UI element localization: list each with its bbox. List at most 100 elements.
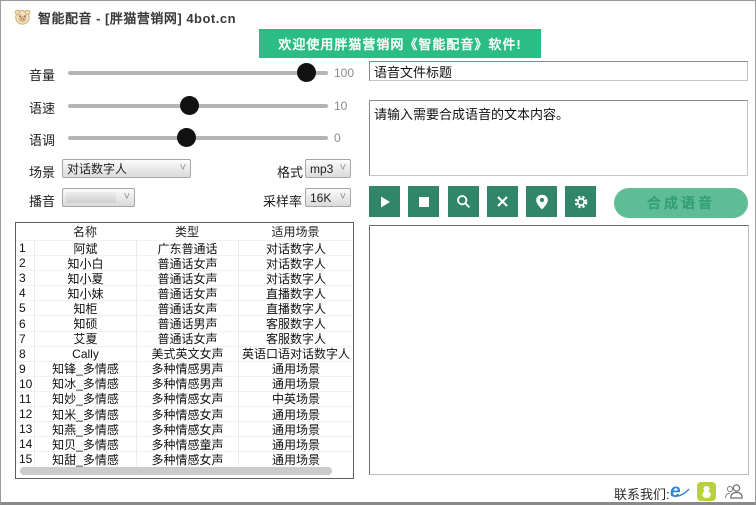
table-row[interactable]: 6 知硕 普通话男声 客服数字人 — [16, 315, 353, 330]
chevron-down-icon: ˅ — [340, 191, 346, 203]
table-row[interactable]: 3 知小夏 普通话女声 对话数字人 — [16, 270, 353, 285]
announcer-label: 播音 — [29, 191, 55, 210]
table-row[interactable]: 13 知燕_多情感 多种情感女声 通用场景 — [16, 421, 353, 436]
volume-label: 音量 — [29, 65, 55, 84]
row-number: 3 — [16, 271, 34, 285]
row-number: 14 — [16, 437, 34, 451]
welcome-banner: 欢迎使用胖猫营销网《智能配音》软件! — [259, 29, 541, 58]
row-number: 13 — [16, 422, 34, 436]
table-row[interactable]: 14 知贝_多情感 多种情感童声 通用场景 — [16, 436, 353, 451]
slider-handle[interactable] — [297, 63, 316, 82]
stop-button[interactable] — [408, 186, 439, 217]
voice-table-header: 名称 类型 适用场景 — [16, 223, 353, 240]
synthesize-button[interactable]: 合成语音 — [614, 188, 748, 218]
voice-name: 知甜_多情感 — [34, 451, 136, 468]
scene-select-value: 对话数字人 — [67, 160, 127, 177]
play-button[interactable] — [369, 186, 400, 217]
voice-title-input[interactable] — [369, 61, 748, 81]
table-row[interactable]: 5 知柜 普通话女声 直播数字人 — [16, 300, 353, 315]
search-icon — [456, 194, 471, 209]
row-number: 6 — [16, 317, 34, 331]
row-number: 15 — [16, 452, 34, 466]
location-icon — [535, 194, 549, 210]
table-row[interactable]: 7 艾夏 普通话女声 客服数字人 — [16, 331, 353, 346]
scene-select[interactable]: 对话数字人 ˅ — [62, 159, 191, 178]
column-header-scene: 适用场景 — [238, 223, 353, 240]
speed-slider-row: 语速 10 — [1, 95, 366, 117]
contacts-icon[interactable] — [724, 483, 744, 503]
chevron-down-icon: ˅ — [180, 162, 186, 174]
row-number: 11 — [16, 392, 34, 406]
format-select-value: mp3 — [310, 162, 333, 176]
contact-label: 联系我们: — [614, 484, 670, 503]
chevron-down-icon: ˅ — [124, 191, 130, 203]
row-number: 10 — [16, 377, 34, 391]
play-icon — [378, 195, 392, 209]
column-header-type: 类型 — [136, 223, 238, 240]
sample-rate-select-value: 16K — [310, 191, 331, 205]
volume-value: 100 — [334, 66, 368, 80]
row-number: 4 — [16, 286, 34, 300]
output-list-box[interactable] — [369, 225, 749, 475]
pitch-slider-row: 语调 0 — [1, 127, 366, 149]
slider-handle[interactable] — [180, 96, 199, 115]
table-row[interactable]: 9 知锋_多情感 多种情感男声 通用场景 — [16, 361, 353, 376]
horizontal-scrollbar[interactable] — [20, 467, 332, 475]
qq-icon[interactable] — [697, 482, 717, 502]
slider-track[interactable] — [68, 136, 328, 140]
speed-value: 10 — [334, 99, 368, 113]
chevron-down-icon: ˅ — [340, 162, 346, 174]
speed-label: 语速 — [29, 98, 55, 117]
slider-track[interactable] — [68, 104, 328, 108]
row-number: 1 — [16, 241, 34, 255]
voice-name: Cally — [34, 347, 136, 361]
settings-icon — [573, 194, 589, 210]
stop-icon — [418, 196, 430, 208]
pitch-value: 0 — [334, 131, 368, 145]
slider-handle[interactable] — [177, 128, 196, 147]
close-button[interactable] — [487, 186, 518, 217]
table-row[interactable]: 10 知冰_多情感 多种情感男声 通用场景 — [16, 376, 353, 391]
row-number: 2 — [16, 256, 34, 270]
table-row[interactable]: 1 阿斌 广东普通话 对话数字人 — [16, 240, 353, 255]
welcome-banner-text: 欢迎使用胖猫营销网《智能配音》软件! — [278, 34, 521, 53]
row-number: 12 — [16, 407, 34, 421]
window-title: 智能配音 - [胖猫营销网] 4bot.cn — [38, 8, 236, 27]
voice-scene: 通用场景 — [238, 451, 353, 468]
voice-type: 多种情感女声 — [136, 451, 238, 468]
voice-table: 名称 类型 适用场景 1 阿斌 广东普通话 对话数字人 2 知小白 普通话女声 … — [15, 222, 354, 479]
synthesis-text-area[interactable]: 请输入需要合成语音的文本内容。 — [369, 100, 748, 176]
row-number: 8 — [16, 347, 34, 361]
ie-browser-icon[interactable]: e — [670, 482, 690, 502]
voice-name: 艾夏 — [34, 330, 136, 347]
voice-table-body: 1 阿斌 广东普通话 对话数字人 2 知小白 普通话女声 对话数字人 3 知小夏… — [16, 240, 353, 466]
close-icon — [496, 195, 509, 208]
announcer-select-empty — [66, 192, 116, 203]
row-number: 7 — [16, 332, 34, 346]
pig-face-icon — [14, 8, 31, 25]
table-row[interactable]: 2 知小白 普通话女声 对话数字人 — [16, 255, 353, 270]
table-row[interactable]: 12 知米_多情感 多种情感女声 通用场景 — [16, 406, 353, 421]
app-window: 智能配音 - [胖猫营销网] 4bot.cn 欢迎使用胖猫营销网《智能配音》软件… — [0, 0, 756, 505]
location-button[interactable] — [526, 186, 557, 217]
format-select[interactable]: mp3 ˅ — [305, 159, 351, 178]
table-row[interactable]: 8 Cally 美式英文女声 英语口语对话数字人 — [16, 346, 353, 361]
title-bar: 智能配音 - [胖猫营销网] 4bot.cn — [1, 1, 755, 29]
volume-slider-row: 音量 100 — [1, 62, 366, 84]
table-row[interactable]: 4 知小妹 普通话女声 直播数字人 — [16, 285, 353, 300]
slider-track[interactable] — [68, 71, 328, 75]
column-header-name: 名称 — [34, 223, 136, 240]
pitch-label: 语调 — [29, 130, 55, 149]
table-row[interactable]: 15 知甜_多情感 多种情感女声 通用场景 — [16, 451, 353, 466]
scene-label: 场景 — [29, 162, 55, 181]
contact-bar: 联系我们: e — [1, 481, 756, 503]
row-number: 5 — [16, 301, 34, 315]
sample-rate-select[interactable]: 16K ˅ — [305, 188, 351, 207]
table-row[interactable]: 11 知妙_多情感 多种情感女声 中英场景 — [16, 391, 353, 406]
format-label: 格式 — [277, 162, 303, 181]
announcer-select[interactable]: ˅ — [62, 188, 135, 207]
sample-rate-label: 采样率 — [263, 191, 302, 210]
search-button[interactable] — [448, 186, 479, 217]
settings-button[interactable] — [565, 186, 596, 217]
toolbar: 合成语音 — [369, 186, 748, 217]
